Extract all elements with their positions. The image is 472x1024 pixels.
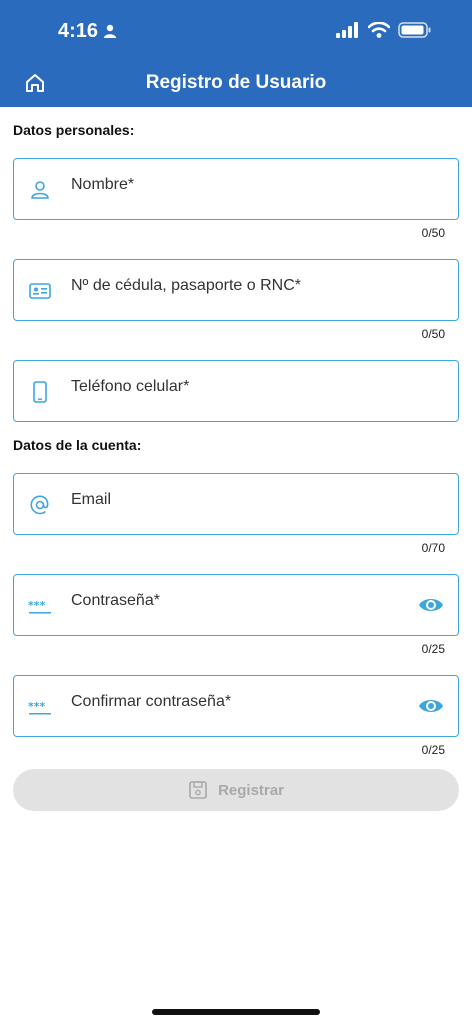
at-icon [30, 495, 49, 515]
app-header: 4:16 Registro de Usuario [0, 0, 472, 107]
password-icon: *** [28, 599, 51, 614]
battery-icon [398, 22, 431, 38]
password-icon: *** [28, 700, 51, 715]
register-label: Registrar [218, 781, 284, 799]
phone-icon [33, 381, 47, 403]
telefono-field[interactable]: Teléfono celular* [13, 360, 459, 422]
nombre-field[interactable]: Nombre* [13, 158, 459, 220]
eye-icon[interactable] [418, 695, 444, 717]
eye-icon[interactable] [418, 594, 444, 616]
page-title: Registro de Usuario [145, 72, 327, 93]
svg-text:***: *** [28, 700, 46, 713]
cedula-field[interactable]: Nº de cédula, pasaporte o RNC* [13, 259, 459, 321]
email-counter: 0/70 [421, 541, 445, 555]
password-counter: 0/25 [421, 642, 445, 656]
status-indicators [336, 22, 432, 38]
confirm-password-placeholder: Confirmar contraseña* [71, 693, 232, 710]
nombre-counter: 0/50 [421, 226, 445, 240]
register-button[interactable]: Registrar [13, 769, 459, 811]
save-icon [189, 781, 207, 799]
email-field[interactable]: Email [13, 473, 459, 535]
password-placeholder: Contraseña* [71, 592, 160, 609]
confirm-password-field[interactable]: *** Confirmar contraseña* [13, 675, 459, 737]
password-field[interactable]: *** Contraseña* [13, 574, 459, 636]
cedula-placeholder: Nº de cédula, pasaporte o RNC* [71, 277, 301, 294]
signal-icon [336, 22, 358, 38]
home-indicator [152, 1009, 320, 1015]
svg-text:***: *** [28, 599, 46, 612]
section-account-label: Datos de la cuenta: [13, 437, 142, 453]
nombre-placeholder: Nombre* [71, 176, 135, 193]
cedula-counter: 0/50 [421, 327, 445, 341]
email-placeholder: Email [71, 491, 112, 508]
section-personal-label: Datos personales: [13, 122, 135, 138]
wifi-icon [368, 22, 390, 38]
person-status-icon [104, 24, 116, 38]
confirm-password-counter: 0/25 [421, 743, 445, 757]
person-icon [31, 181, 49, 199]
status-time: 4:16 [58, 20, 99, 42]
id-card-icon [29, 283, 51, 299]
telefono-placeholder: Teléfono celular* [71, 378, 190, 395]
